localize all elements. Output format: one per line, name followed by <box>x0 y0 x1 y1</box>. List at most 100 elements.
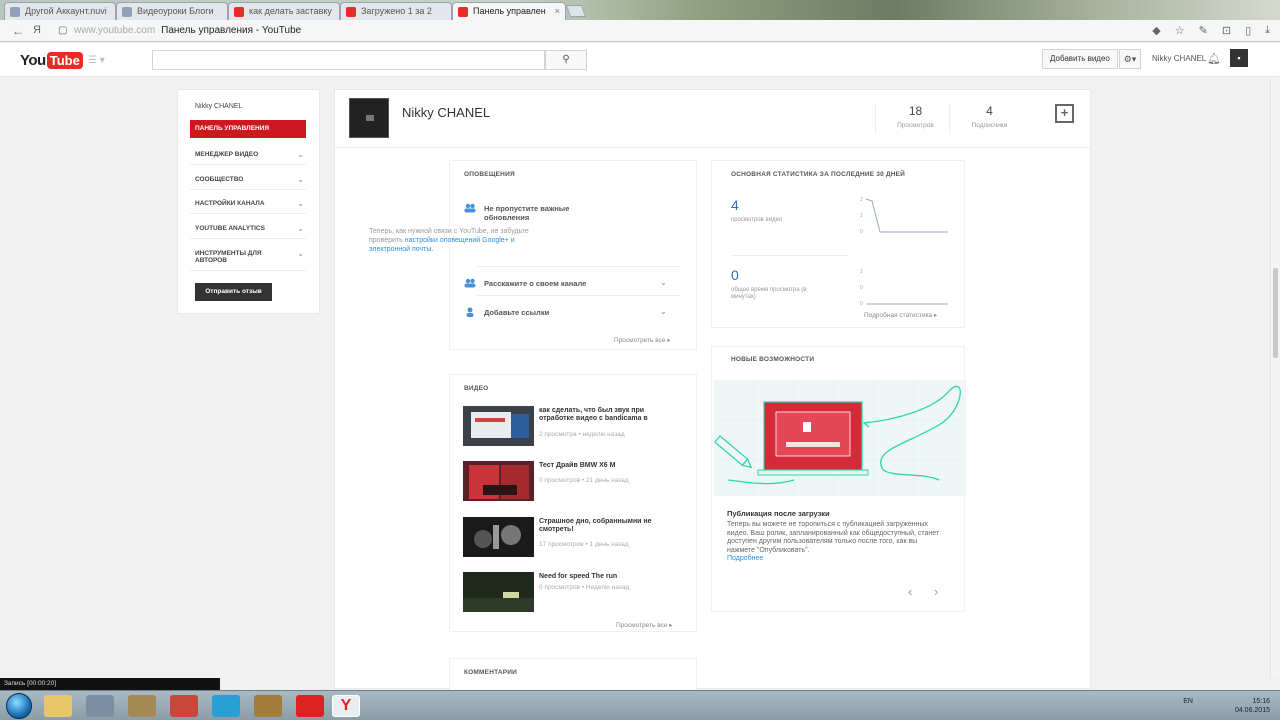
sidebar-item-channel-settings[interactable]: Настройки канала ⌄ <box>190 196 306 214</box>
send-feedback-button[interactable]: Отправить отзыв <box>195 283 272 301</box>
detailed-stats-label: Подробная статистика <box>864 312 933 319</box>
views-metric[interactable]: 4 просмотров видео <box>731 197 831 224</box>
browser-tab[interactable]: Видеоуроки Блоги <box>116 2 228 20</box>
guide-menu-icon[interactable]: ☰ ▾ <box>88 55 105 66</box>
add-widget-button[interactable]: + <box>1055 104 1074 123</box>
learn-more-link[interactable]: Подробнее <box>727 555 945 564</box>
download-icon[interactable]: ⤓ <box>1265 24 1270 37</box>
divider <box>477 266 681 267</box>
metric-value: 4 <box>731 197 739 213</box>
skype-icon[interactable] <box>212 695 240 717</box>
browser-tab[interactable]: как делать заставку <box>228 2 340 20</box>
video-title[interactable]: Тест Драйв BMW X6 M <box>539 462 669 470</box>
sidebar-item-label: YouTube Analytics <box>195 225 265 232</box>
extension-icon[interactable]: ⊡ <box>1222 24 1231 37</box>
system-tray: EN 15:16 04.06.2015 <box>1183 697 1270 715</box>
pen-icon[interactable]: ✎ <box>1199 24 1208 37</box>
browser-tab[interactable]: Загружено 1 за 2 <box>340 2 452 20</box>
svg-text:1: 1 <box>860 213 863 219</box>
card-title: Основная статистика за последние 30 дней <box>731 171 906 178</box>
sidebar-item-video-manager[interactable]: Менеджер видео ⌄ <box>190 147 306 165</box>
search-button[interactable]: ⚲ <box>545 50 587 70</box>
browser-tab-active[interactable]: Панель управлен × <box>452 2 566 20</box>
subscribers-count: 4 <box>986 104 993 118</box>
detailed-stats-link[interactable]: Подробная статистика ▸ <box>864 311 937 319</box>
watch-time-sparkline: 1 0 0 <box>860 269 948 307</box>
video-thumbnail[interactable] <box>463 461 534 501</box>
close-tab-icon[interactable]: × <box>555 6 560 16</box>
video-list-item[interactable]: Страшное дно, собраннымни не смотреть! 1… <box>463 517 693 559</box>
video-list-item[interactable]: как сделать, что был звук при отработке … <box>463 406 693 448</box>
sidebar-item-dashboard[interactable]: Панель управления <box>190 120 306 138</box>
back-arrow-icon[interactable]: ← <box>12 24 24 38</box>
language-indicator[interactable]: EN <box>1183 698 1193 705</box>
upload-button[interactable]: Добавить видео <box>1042 49 1118 69</box>
youtube-logo[interactable]: You Tube <box>20 51 83 69</box>
video-thumbnail[interactable] <box>463 517 534 557</box>
sidebar-item-creator-tools[interactable]: Инструменты для авторов ⌄ <box>190 246 306 271</box>
video-title[interactable]: Страшное дно, собраннымни не смотреть! <box>539 518 669 534</box>
clock-date[interactable]: 04.06.2015 <box>1235 706 1270 715</box>
clock-time[interactable]: 15:16 <box>1235 697 1270 706</box>
video-thumbnail[interactable] <box>463 572 534 612</box>
sidebar-channel-name[interactable]: Nikky CHANEL <box>195 103 242 110</box>
tab-favicon-icon <box>122 7 132 17</box>
channel-avatar[interactable] <box>349 98 389 138</box>
sidebar-item-label: Менеджер видео <box>195 151 259 158</box>
gear-icon[interactable]: ⚙▾ <box>1119 49 1141 69</box>
metric-value: 0 <box>731 267 739 283</box>
video-title[interactable]: Need for speed The run <box>539 573 669 581</box>
opera-icon[interactable] <box>296 695 324 717</box>
videos-view-all-link[interactable]: Просмотреть все ▸ <box>616 621 673 629</box>
video-list-item[interactable]: Need for speed The run 0 просмотров • Не… <box>463 572 693 614</box>
users-icon <box>464 203 476 213</box>
video-thumbnail[interactable] <box>463 406 534 446</box>
browser-tab[interactable]: Другой Аккаунт.nuvi <box>4 2 116 20</box>
video-title[interactable]: как сделать, что был звук при отработке … <box>539 407 669 423</box>
bell-icon[interactable]: 🔔︎ <box>1207 52 1221 65</box>
yandex-y-icon[interactable]: Я <box>33 24 41 36</box>
video-list-item[interactable]: Тест Драйв BMW X6 M 0 просмотров • 21 де… <box>463 461 693 503</box>
page-action-icon[interactable]: ▯ <box>1245 24 1251 37</box>
media-player-icon[interactable] <box>86 695 114 717</box>
chevron-left-icon[interactable]: ‹ <box>908 584 912 599</box>
views-count: 18 <box>908 104 923 118</box>
yandex-browser-icon[interactable]: Y <box>332 695 360 717</box>
video-meta: 17 просмотров • 1 день назад <box>539 541 629 548</box>
url-field[interactable]: www.youtube.com Панель управления - YouTu… <box>74 25 301 36</box>
notifications-view-all-link[interactable]: Просмотреть все ▸ <box>614 336 671 344</box>
sidebar-item-analytics[interactable]: YouTube Analytics ⌄ <box>190 221 306 239</box>
scrollbar-thumb[interactable] <box>1273 268 1278 358</box>
card-title: Видео <box>464 385 489 392</box>
new-tab-button[interactable] <box>565 5 587 17</box>
archive-icon[interactable] <box>128 695 156 717</box>
divider <box>477 295 681 296</box>
search-input[interactable] <box>152 50 545 70</box>
subscribers-stat[interactable]: 4 Подписчики <box>949 104 1029 134</box>
app-icon[interactable] <box>254 695 282 717</box>
channel-name[interactable]: Nikky CHANEL <box>402 105 490 120</box>
chevron-down-icon: ⌄ <box>297 175 304 184</box>
start-button[interactable] <box>6 693 32 719</box>
app-icon[interactable] <box>170 695 198 717</box>
chevron-right-icon[interactable]: › <box>934 584 938 599</box>
watch-time-metric[interactable]: 0 общее время просмотра (в минутах) <box>731 267 831 301</box>
tab-favicon-icon <box>10 7 20 17</box>
page-icon: ▢ <box>58 25 68 36</box>
avatar[interactable]: ▪ <box>1230 49 1248 67</box>
star-icon[interactable]: ☆ <box>1175 24 1185 37</box>
views-stat[interactable]: 18 Просмотров <box>875 104 955 134</box>
chevron-down-icon[interactable]: ⌄ <box>660 278 667 287</box>
folder-icon[interactable] <box>44 695 72 717</box>
sidebar-item-community[interactable]: Сообщество ⌄ <box>190 172 306 190</box>
chevron-down-icon[interactable]: ⌄ <box>660 307 667 316</box>
svg-text:0: 0 <box>860 301 863 307</box>
protect-icon[interactable]: ◆ <box>1152 24 1160 37</box>
page-scrollbar[interactable] <box>1270 78 1280 678</box>
views-sparkline: 2 1 0 <box>860 197 948 235</box>
chevron-down-icon: ⌄ <box>297 150 304 159</box>
search-icon: ⚲ <box>562 54 570 65</box>
user-name[interactable]: Nikky CHANEL <box>1152 54 1206 63</box>
tab-label: Панель управлен <box>473 6 546 16</box>
svg-text:2: 2 <box>860 197 863 203</box>
